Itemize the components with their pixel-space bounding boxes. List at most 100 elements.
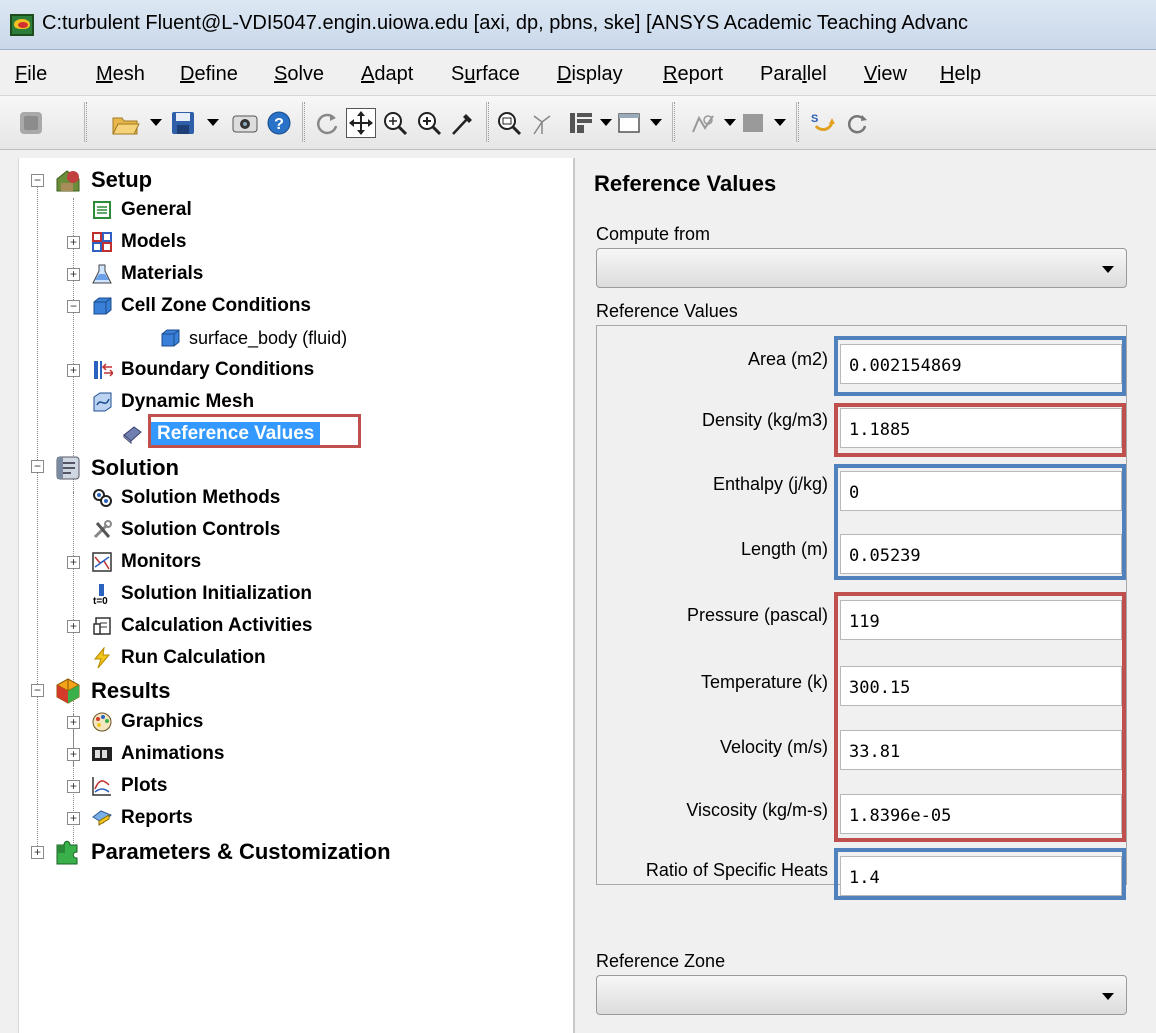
tree-item-monitors[interactable]: Monitors bbox=[91, 548, 201, 576]
save-dropdown-caret[interactable] bbox=[207, 119, 219, 126]
menu-display[interactable]: Display bbox=[557, 63, 623, 86]
parameters-expand-toggle[interactable]: + bbox=[31, 846, 44, 859]
cube-icon bbox=[159, 327, 181, 349]
view-dropdown-caret[interactable] bbox=[724, 119, 736, 126]
tree-item-solution[interactable]: Solution bbox=[53, 454, 179, 482]
tree-item-surface-body[interactable]: surface_body (fluid) bbox=[159, 324, 347, 352]
tree-label: General bbox=[121, 199, 192, 220]
layout-dropdown-caret[interactable] bbox=[600, 119, 612, 126]
menu-define[interactable]: Define bbox=[180, 63, 238, 86]
color-icon[interactable] bbox=[738, 108, 768, 138]
tree-item-boundary-conditions[interactable]: Boundary Conditions bbox=[91, 356, 314, 384]
probe-icon[interactable] bbox=[448, 108, 478, 138]
save-icon[interactable] bbox=[168, 108, 198, 138]
reference-values-highlight-box bbox=[148, 414, 361, 448]
tree-item-run-calculation[interactable]: Run Calculation bbox=[91, 644, 266, 672]
menu-adapt[interactable]: Adapt bbox=[361, 63, 413, 86]
tree-label: Reports bbox=[121, 807, 193, 828]
tree-label: Dynamic Mesh bbox=[121, 391, 255, 412]
window-icon[interactable] bbox=[614, 108, 644, 138]
tree-item-graphics[interactable]: Graphics bbox=[91, 708, 203, 736]
graphics-expand-toggle[interactable]: + bbox=[67, 716, 80, 729]
help-icon[interactable]: ? bbox=[264, 108, 294, 138]
tree-item-calculation-activities[interactable]: Calculation Activities bbox=[91, 612, 312, 640]
tree-item-setup[interactable]: Setup bbox=[53, 166, 152, 194]
orient-icon[interactable] bbox=[528, 108, 558, 138]
tree-item-solution-methods[interactable]: Solution Methods bbox=[91, 484, 280, 512]
tree-item-results[interactable]: Results bbox=[53, 677, 170, 705]
results-icon bbox=[53, 676, 83, 706]
svg-text:S: S bbox=[811, 113, 818, 125]
reference-zone-dropdown[interactable] bbox=[596, 975, 1127, 1015]
solution-collapse-toggle[interactable]: − bbox=[31, 460, 44, 473]
tree-item-models[interactable]: Models bbox=[91, 228, 186, 256]
color-dropdown-caret[interactable] bbox=[774, 119, 786, 126]
tree-item-reports[interactable]: Reports bbox=[91, 804, 193, 832]
tree-item-dynamic-mesh[interactable]: Dynamic Mesh bbox=[91, 388, 254, 416]
window-title: C:turbulent Fluent@L-VDI5047.engin.uiowa… bbox=[42, 12, 969, 34]
view-icon[interactable] bbox=[688, 108, 718, 138]
tree-item-plots[interactable]: Plots bbox=[91, 772, 167, 800]
reports-expand-toggle[interactable]: + bbox=[67, 812, 80, 825]
menu-report[interactable]: Report bbox=[663, 63, 723, 86]
tree-item-animations[interactable]: Animations bbox=[91, 740, 224, 768]
compute-from-dropdown[interactable] bbox=[596, 248, 1127, 288]
monitors-expand-toggle[interactable]: + bbox=[67, 556, 80, 569]
pressure-label: Pressure (pascal) bbox=[686, 605, 828, 625]
menu-parallel[interactable]: Parallel bbox=[760, 63, 827, 86]
tree-item-solution-controls[interactable]: Solution Controls bbox=[91, 516, 280, 544]
models-icon bbox=[91, 231, 113, 253]
animations-expand-toggle[interactable]: + bbox=[67, 748, 80, 761]
open-dropdown-caret[interactable] bbox=[150, 119, 162, 126]
length-label: Length (m) bbox=[740, 539, 828, 559]
calc-activities-expand-toggle[interactable]: + bbox=[67, 620, 80, 633]
compute-from-label: Compute from bbox=[596, 224, 711, 244]
zoom-in-icon[interactable] bbox=[414, 108, 444, 138]
menu-mesh[interactable]: Mesh bbox=[96, 63, 145, 86]
tree-item-parameters-customization[interactable]: Parameters & Customization bbox=[53, 838, 391, 866]
init-icon: t=0 bbox=[91, 583, 113, 607]
navigation-tree: − Setup General + Models + Materials − C… bbox=[18, 158, 575, 1033]
menu-view[interactable]: View bbox=[864, 63, 907, 86]
models-expand-toggle[interactable]: + bbox=[67, 236, 80, 249]
tree-item-materials[interactable]: Materials bbox=[91, 260, 203, 288]
tree-label: Cell Zone Conditions bbox=[121, 295, 311, 316]
refresh-icon[interactable] bbox=[842, 108, 872, 138]
fluent-app-icon bbox=[10, 14, 34, 36]
lightning-icon bbox=[91, 646, 113, 669]
menu-help[interactable]: Help bbox=[940, 63, 981, 86]
enthalpy-label: Enthalpy (j/kg) bbox=[712, 474, 828, 494]
menu-solve[interactable]: Solve bbox=[274, 63, 324, 86]
activities-icon bbox=[91, 615, 113, 637]
setup-collapse-toggle[interactable]: − bbox=[31, 174, 44, 187]
window-dropdown-caret[interactable] bbox=[650, 119, 662, 126]
boundary-icon bbox=[91, 359, 115, 381]
tree-label: Solution Controls bbox=[121, 519, 281, 540]
open-folder-icon[interactable] bbox=[110, 108, 140, 138]
tree-item-cell-zone-conditions[interactable]: Cell Zone Conditions bbox=[91, 292, 311, 320]
general-icon bbox=[91, 199, 113, 221]
tree-item-general[interactable]: General bbox=[91, 196, 192, 224]
menu-bar: File Mesh Define Solve Adapt Surface Dis… bbox=[0, 50, 1156, 96]
results-collapse-toggle[interactable]: − bbox=[31, 684, 44, 697]
tree-label: Materials bbox=[121, 263, 204, 284]
plots-expand-toggle[interactable]: + bbox=[67, 780, 80, 793]
cell-zone-collapse-toggle[interactable]: − bbox=[67, 300, 80, 313]
screenshot-icon[interactable] bbox=[230, 108, 260, 138]
boundary-expand-toggle[interactable]: + bbox=[67, 364, 80, 377]
solution-icon bbox=[53, 453, 83, 483]
velocity-label: Velocity (m/s) bbox=[719, 737, 828, 757]
zoom-fit-icon[interactable] bbox=[380, 108, 410, 138]
setup-icon bbox=[53, 165, 83, 195]
iterate-icon[interactable]: S bbox=[808, 108, 838, 138]
pan-icon[interactable] bbox=[346, 108, 376, 138]
rotate-icon[interactable] bbox=[312, 108, 342, 138]
svg-text:?: ? bbox=[274, 116, 284, 133]
area-label: Area (m2) bbox=[747, 349, 828, 369]
zoom-to-area-icon[interactable] bbox=[494, 108, 524, 138]
menu-surface[interactable]: Surface bbox=[451, 63, 520, 86]
layout-icon[interactable] bbox=[566, 108, 596, 138]
materials-expand-toggle[interactable]: + bbox=[67, 268, 80, 281]
menu-file[interactable]: File bbox=[15, 63, 47, 86]
tree-item-solution-initialization[interactable]: t=0 Solution Initialization bbox=[91, 580, 312, 608]
